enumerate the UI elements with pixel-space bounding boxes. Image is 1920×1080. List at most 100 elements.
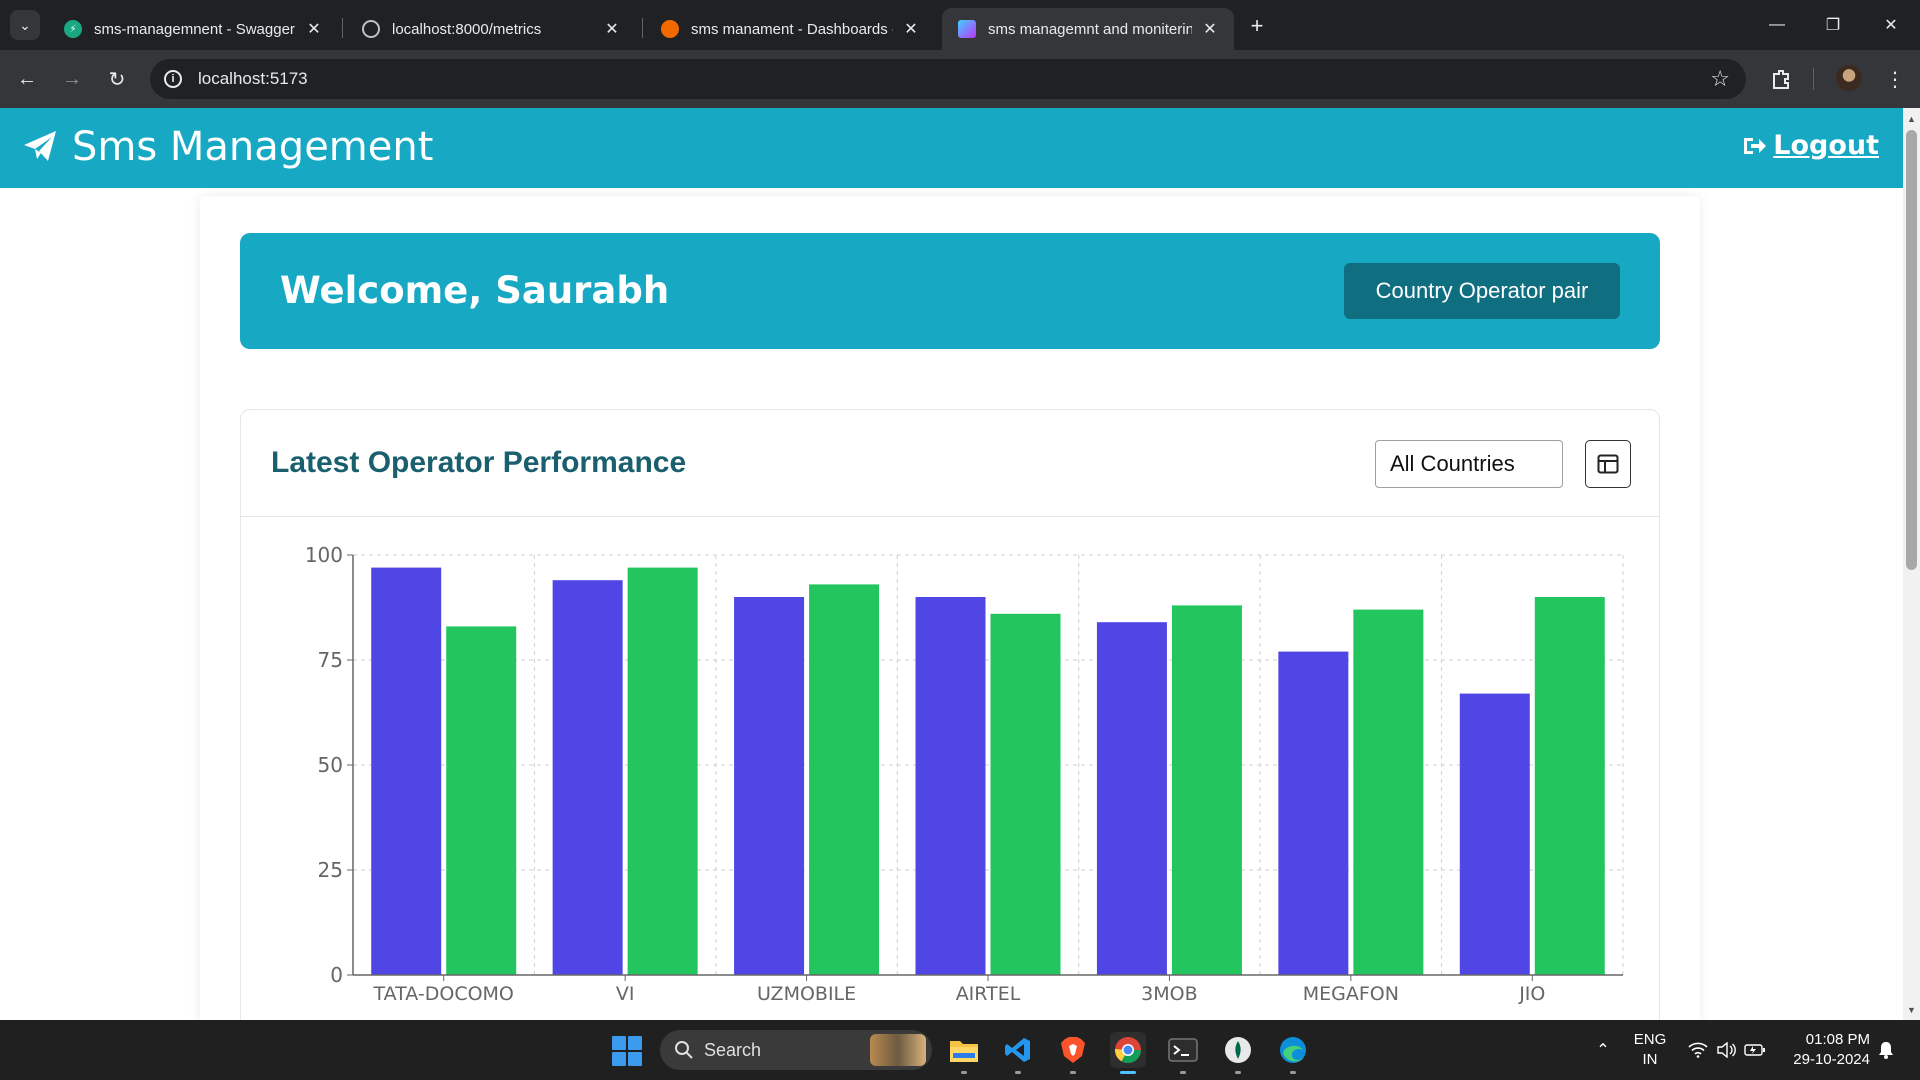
extensions-icon[interactable] [1766,64,1796,94]
tab-search-menu-icon[interactable]: ⌄ [10,10,40,40]
search-icon [675,1041,693,1059]
bar-2 [627,567,698,975]
browser-tab-sms-app[interactable]: sms managemnt and monitering ✕ [942,8,1234,50]
windows-start-icon[interactable] [612,1036,642,1066]
grafana-icon [661,20,679,38]
bar-2 [1534,597,1605,975]
browser-tab-metrics[interactable]: localhost:8000/metrics ✕ [346,8,636,50]
search-label: Search [704,1039,762,1060]
y-tick-label: 75 [318,648,343,672]
forward-icon[interactable]: → [57,64,87,94]
card-title: Latest Operator Performance [271,446,687,479]
browser-tabstrip: ⌄ ⚡ sms-managemnent - Swagger UI ✕ local… [0,0,1920,50]
site-info-icon[interactable]: i [164,70,182,88]
window-close-icon[interactable]: ✕ [1876,10,1906,40]
close-icon[interactable]: ✕ [1200,19,1220,39]
close-icon[interactable]: ✕ [602,19,622,39]
profile-avatar[interactable] [1836,65,1862,91]
y-tick-label: 25 [318,858,343,882]
tab-divider [342,18,343,38]
lang-code: ENG [1633,1031,1667,1048]
x-tick-label: UZMOBILE [757,983,856,1005]
tab-title: sms manament - Dashboards - Grafana [691,20,893,38]
page-scrollbar[interactable]: ▲ ▼ [1903,108,1920,1020]
scroll-up-icon[interactable]: ▲ [1903,110,1920,127]
windows-taskbar: Search ⌃ ENG IN 01:08 PM 29-10-2024 [0,1020,1920,1080]
bar-1 [734,597,805,975]
bar-2 [990,613,1061,975]
volume-icon[interactable] [1712,1020,1740,1080]
table-icon [1597,454,1619,474]
mongodb-compass-icon[interactable] [1220,1032,1256,1074]
scroll-down-icon[interactable]: ▼ [1903,1001,1920,1018]
country-filter-select[interactable]: All Countries [1375,440,1563,488]
browser-menu-icon[interactable]: ⋮ [1880,64,1910,94]
bar-1 [1096,622,1167,975]
swagger-icon: ⚡ [64,20,82,38]
terminal-icon[interactable] [1165,1032,1201,1074]
bar-1 [371,567,442,975]
taskbar-search[interactable]: Search [660,1030,932,1070]
toolbar-divider [1813,68,1814,90]
close-icon[interactable]: ✕ [901,19,921,39]
url-text: localhost:5173 [198,69,308,88]
wifi-icon[interactable] [1684,1020,1712,1080]
logout-link[interactable]: Logout [1741,130,1879,161]
paper-plane-icon [24,131,56,161]
input-language[interactable]: ENG IN [1620,1030,1680,1070]
welcome-heading: Welcome, Saurabh [280,269,670,312]
table-view-button[interactable] [1585,440,1631,488]
x-tick-label: 3MOB [1141,983,1197,1005]
lang-region: IN [1642,1051,1658,1068]
show-hidden-icons[interactable]: ⌃ [1588,1020,1618,1080]
bar-2 [446,626,517,975]
battery-icon[interactable] [1740,1020,1770,1080]
chrome-icon[interactable] [1110,1032,1146,1074]
tab-title: sms-managemnent - Swagger UI [94,20,296,38]
globe-icon [362,20,380,38]
sign-out-icon [1744,137,1767,154]
reload-icon[interactable]: ↻ [102,64,132,94]
tab-title: localhost:8000/metrics [392,20,542,38]
bar-2 [809,584,880,975]
operator-performance-chart: 0 25 50 75 100 TATA-DOCOMO VI UZMOBILE AIRTEL 3MO… [305,543,1624,1005]
address-bar[interactable]: i localhost:5173 ☆ [150,59,1746,99]
country-operator-pair-button[interactable]: Country Operator pair [1344,263,1620,319]
bar-1 [1278,651,1349,975]
close-icon[interactable]: ✕ [304,19,324,39]
x-tick-label: MEGAFON [1303,983,1399,1005]
browser-tab-swagger[interactable]: ⚡ sms-managemnent - Swagger UI ✕ [48,8,338,50]
bar-2 [1353,609,1424,975]
restore-icon[interactable]: ❐ [1818,10,1848,40]
search-highlight-image [870,1034,926,1066]
x-tick-label: VI [616,983,635,1005]
y-tick-label: 0 [330,963,343,987]
back-icon[interactable]: ← [12,64,42,94]
bookmark-star-icon[interactable]: ☆ [1710,66,1730,92]
new-tab-icon[interactable]: + [1243,12,1271,40]
logout-label: Logout [1773,130,1879,161]
notification-bell-icon[interactable] [1872,1020,1900,1080]
browser-tab-grafana[interactable]: sms manament - Dashboards - Grafana ✕ [645,8,935,50]
scrollbar-thumb[interactable] [1906,130,1917,570]
vite-icon [958,20,976,38]
bar-1 [1459,693,1530,975]
x-tick-label: AIRTEL [956,983,1021,1005]
tab-title: sms managemnt and monitering [988,20,1192,38]
edge-icon[interactable] [1275,1032,1311,1074]
system-clock[interactable]: 01:08 PM 29-10-2024 [1780,1030,1870,1070]
y-tick-label: 50 [318,753,343,777]
x-tick-label: TATA-DOCOMO [373,983,514,1005]
country-filter-value: All Countries [1390,451,1515,476]
clock-time: 01:08 PM [1805,1031,1870,1048]
file-explorer-icon[interactable] [946,1032,982,1074]
app-navbar: Sms Management Logout [0,108,1903,188]
brand[interactable]: Sms Management [22,124,433,170]
minimize-icon[interactable]: — [1762,10,1792,40]
brave-icon[interactable] [1055,1032,1091,1074]
welcome-banner: Welcome, Saurabh Country Operator pair [240,233,1660,349]
vscode-icon[interactable] [1000,1032,1036,1074]
tab-divider [642,18,643,38]
bar-1 [915,597,986,975]
x-tick-label: JIO [1518,983,1545,1005]
